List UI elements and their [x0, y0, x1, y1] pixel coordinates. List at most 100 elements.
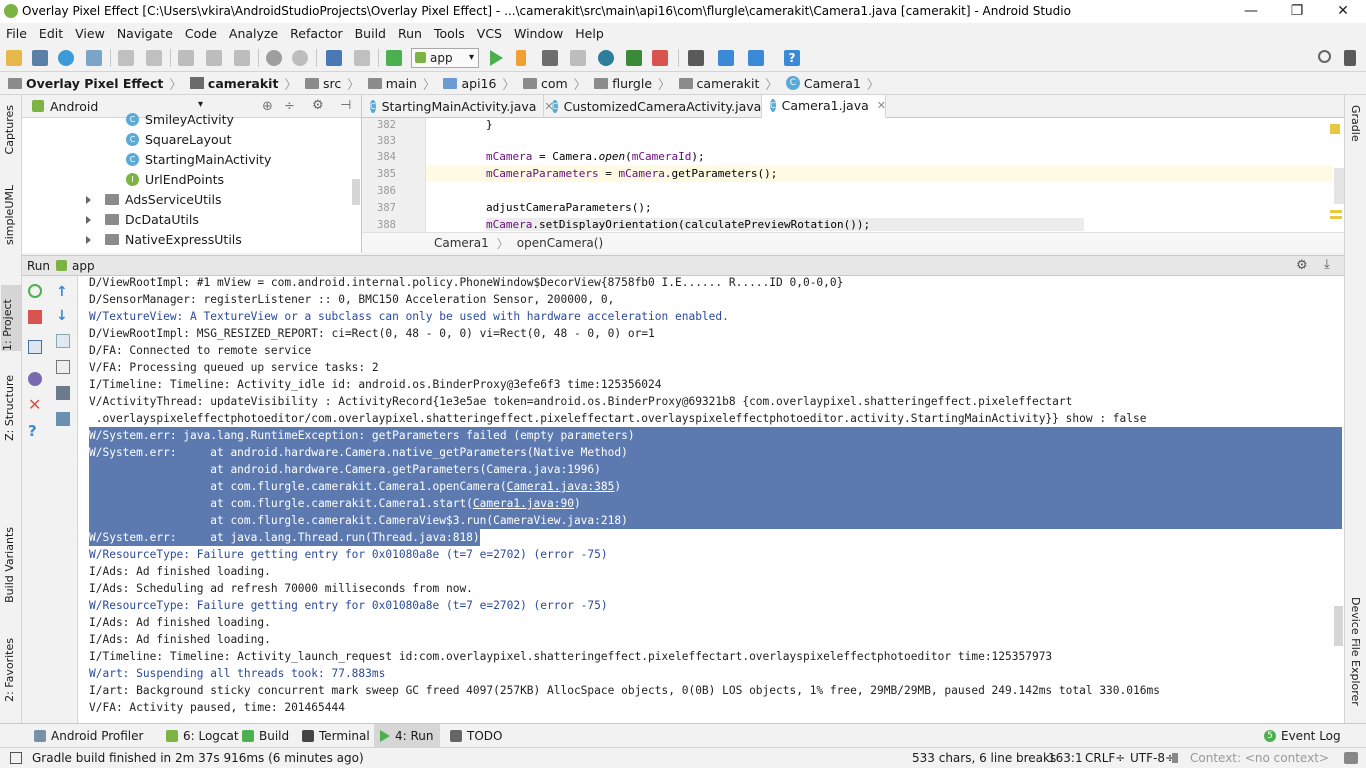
menu-window[interactable]: Window — [510, 26, 567, 41]
menu-code[interactable]: Code — [181, 26, 221, 41]
sync-icon[interactable] — [58, 50, 74, 66]
code-editor[interactable]: 382 383 384 385 386 387 388 } mCamera = … — [362, 118, 1344, 232]
scroll-to-end-icon[interactable] — [56, 360, 70, 374]
status-message[interactable]: Gradle build finished in 2m 37s 916ms (6… — [32, 751, 364, 765]
menu-edit[interactable]: Edit — [35, 26, 67, 41]
run-icon[interactable] — [490, 50, 503, 66]
up-arrow-icon[interactable]: ↑ — [56, 284, 70, 300]
soft-wrap-icon[interactable] — [56, 334, 70, 348]
sdk-manager-icon[interactable] — [748, 50, 764, 66]
build-variants-tab[interactable]: Build Variants — [3, 527, 16, 603]
hide-panel-icon[interactable]: ⊣ — [340, 98, 351, 113]
file-encoding[interactable]: UTF-8÷ — [1130, 751, 1175, 765]
help-icon[interactable]: ? — [784, 50, 800, 66]
back-arrow-icon[interactable] — [326, 50, 342, 66]
menu-navigate[interactable]: Navigate — [113, 26, 177, 41]
forward-arrow-icon[interactable] — [354, 50, 370, 66]
menu-run[interactable]: Run — [394, 26, 426, 41]
stop-icon[interactable] — [28, 310, 42, 324]
run-config-tab[interactable]: app — [72, 259, 95, 273]
build-tab[interactable]: Build — [236, 724, 295, 748]
tree-item-squarelayout[interactable]: C SquareLayout — [126, 132, 232, 147]
crumb-module[interactable]: camerakit 〉 — [189, 74, 297, 93]
crumb-project[interactable]: Overlay Pixel Effect 〉 — [8, 74, 182, 93]
menu-help[interactable]: Help — [571, 26, 608, 41]
tab-camera1[interactable]: C Camera1.java ✕ — [762, 95, 886, 118]
paste-icon[interactable] — [234, 50, 250, 66]
todo-list-icon[interactable] — [1344, 50, 1356, 66]
project-tab[interactable]: 1: Project — [1, 285, 21, 351]
tab-customizedcameraactivity[interactable]: CCustomizedCameraActivity.java✕ — [544, 95, 779, 118]
console-source-link[interactable]: Camera1.java:385 — [507, 480, 615, 493]
copy-icon[interactable] — [206, 50, 222, 66]
favorites-tab[interactable]: 2: Favorites — [3, 638, 16, 702]
console-scrollbar[interactable] — [1334, 606, 1343, 646]
run-config-select[interactable]: app ▾ — [411, 48, 479, 68]
avd-manager-icon[interactable] — [718, 50, 734, 66]
console-source-link[interactable]: Camera1.java:90 — [473, 497, 574, 510]
crumb-flurgle[interactable]: flurgle 〉 — [594, 74, 671, 93]
down-arrow-icon[interactable]: ↓ — [56, 308, 70, 324]
tab-startingmainactivity[interactable]: C StartingMainActivity.java ✕ — [362, 95, 554, 118]
print-icon[interactable] — [56, 386, 70, 400]
tree-item-smileyactivity[interactable]: C SmileyActivity — [126, 112, 234, 127]
profile-icon[interactable] — [598, 50, 614, 66]
crumb-com[interactable]: com 〉 — [522, 74, 586, 93]
terminal-tab[interactable]: Terminal — [296, 724, 376, 748]
maximize-button[interactable]: ❐ — [1274, 0, 1320, 23]
simpleuml-tab[interactable]: simpleUML — [3, 185, 16, 245]
editor-crumb-method[interactable]: openCamera() — [517, 236, 603, 250]
warning-marker[interactable] — [1330, 124, 1340, 134]
attach-process-icon[interactable] — [626, 50, 642, 66]
caret-position[interactable]: 163:1 — [1048, 751, 1083, 765]
redo-icon[interactable] — [146, 50, 162, 66]
target-icon[interactable]: ⊕ — [262, 99, 273, 114]
rerun-icon[interactable] — [28, 284, 42, 298]
crumb-main[interactable]: main 〉 — [367, 74, 435, 93]
find-icon[interactable] — [266, 50, 282, 66]
stop-icon[interactable] — [652, 50, 668, 66]
expand-arrow-icon[interactable] — [86, 195, 91, 204]
structure-tab[interactable]: Z: Structure — [3, 375, 16, 441]
undo-icon[interactable] — [118, 50, 134, 66]
apply-changes-icon[interactable] — [516, 50, 526, 66]
project-view-selector[interactable]: Android — [50, 99, 98, 114]
menu-analyze[interactable]: Analyze — [225, 26, 282, 41]
tree-item-startingmainactivity[interactable]: C StartingMainActivity — [126, 152, 271, 167]
restore-layout-icon[interactable] — [28, 340, 42, 354]
chevron-down-icon[interactable]: ▾ — [198, 99, 203, 110]
project-scrollbar[interactable] — [352, 179, 360, 205]
pin-icon[interactable] — [28, 372, 42, 386]
close-window-button[interactable]: ✕ — [1320, 0, 1366, 23]
toggle-tool-windows-icon[interactable] — [10, 752, 22, 764]
menu-build[interactable]: Build — [351, 26, 390, 41]
editor-scrollbar[interactable] — [1334, 168, 1344, 204]
save-icon[interactable] — [32, 50, 48, 66]
android-profiler-tab[interactable]: Android Profiler — [28, 724, 149, 748]
captures-tab[interactable]: Captures — [3, 105, 16, 154]
crumb-api16[interactable]: api16 〉 — [443, 74, 515, 93]
sync-gradle-icon[interactable] — [86, 50, 102, 66]
menu-view[interactable]: View — [71, 26, 109, 41]
crumb-camerakit[interactable]: camerakit 〉 — [678, 74, 778, 93]
menu-refactor[interactable]: Refactor — [286, 26, 346, 41]
crumb-camera1[interactable]: C Camera1 〉 — [785, 74, 879, 93]
open-folder-icon[interactable] — [6, 50, 22, 66]
collapse-icon[interactable]: ÷ — [284, 99, 295, 114]
help-icon[interactable]: ? — [28, 424, 42, 439]
expand-arrow-icon[interactable] — [86, 215, 91, 224]
line-separator[interactable]: CRLF÷ — [1085, 751, 1125, 765]
tree-item-urlendpoints[interactable]: I UrlEndPoints — [126, 172, 224, 187]
notifications-icon[interactable] — [1344, 752, 1358, 764]
lock-icon[interactable] — [1172, 753, 1178, 763]
cut-icon[interactable] — [178, 50, 194, 66]
todo-tab[interactable]: TODO — [444, 724, 508, 748]
gradle-tab[interactable]: Gradle — [1349, 105, 1362, 142]
gear-icon[interactable]: ⚙ — [1296, 258, 1308, 273]
menu-tools[interactable]: Tools — [430, 26, 469, 41]
hide-panel-icon[interactable]: ⤓ — [1324, 257, 1330, 272]
close-tab-icon[interactable]: ✕ — [877, 99, 886, 112]
run-tab[interactable]: 4: Run — [374, 724, 440, 748]
event-log-tab[interactable]: 5 Event Log — [1258, 724, 1347, 748]
close-icon[interactable]: ✕ — [28, 397, 42, 413]
